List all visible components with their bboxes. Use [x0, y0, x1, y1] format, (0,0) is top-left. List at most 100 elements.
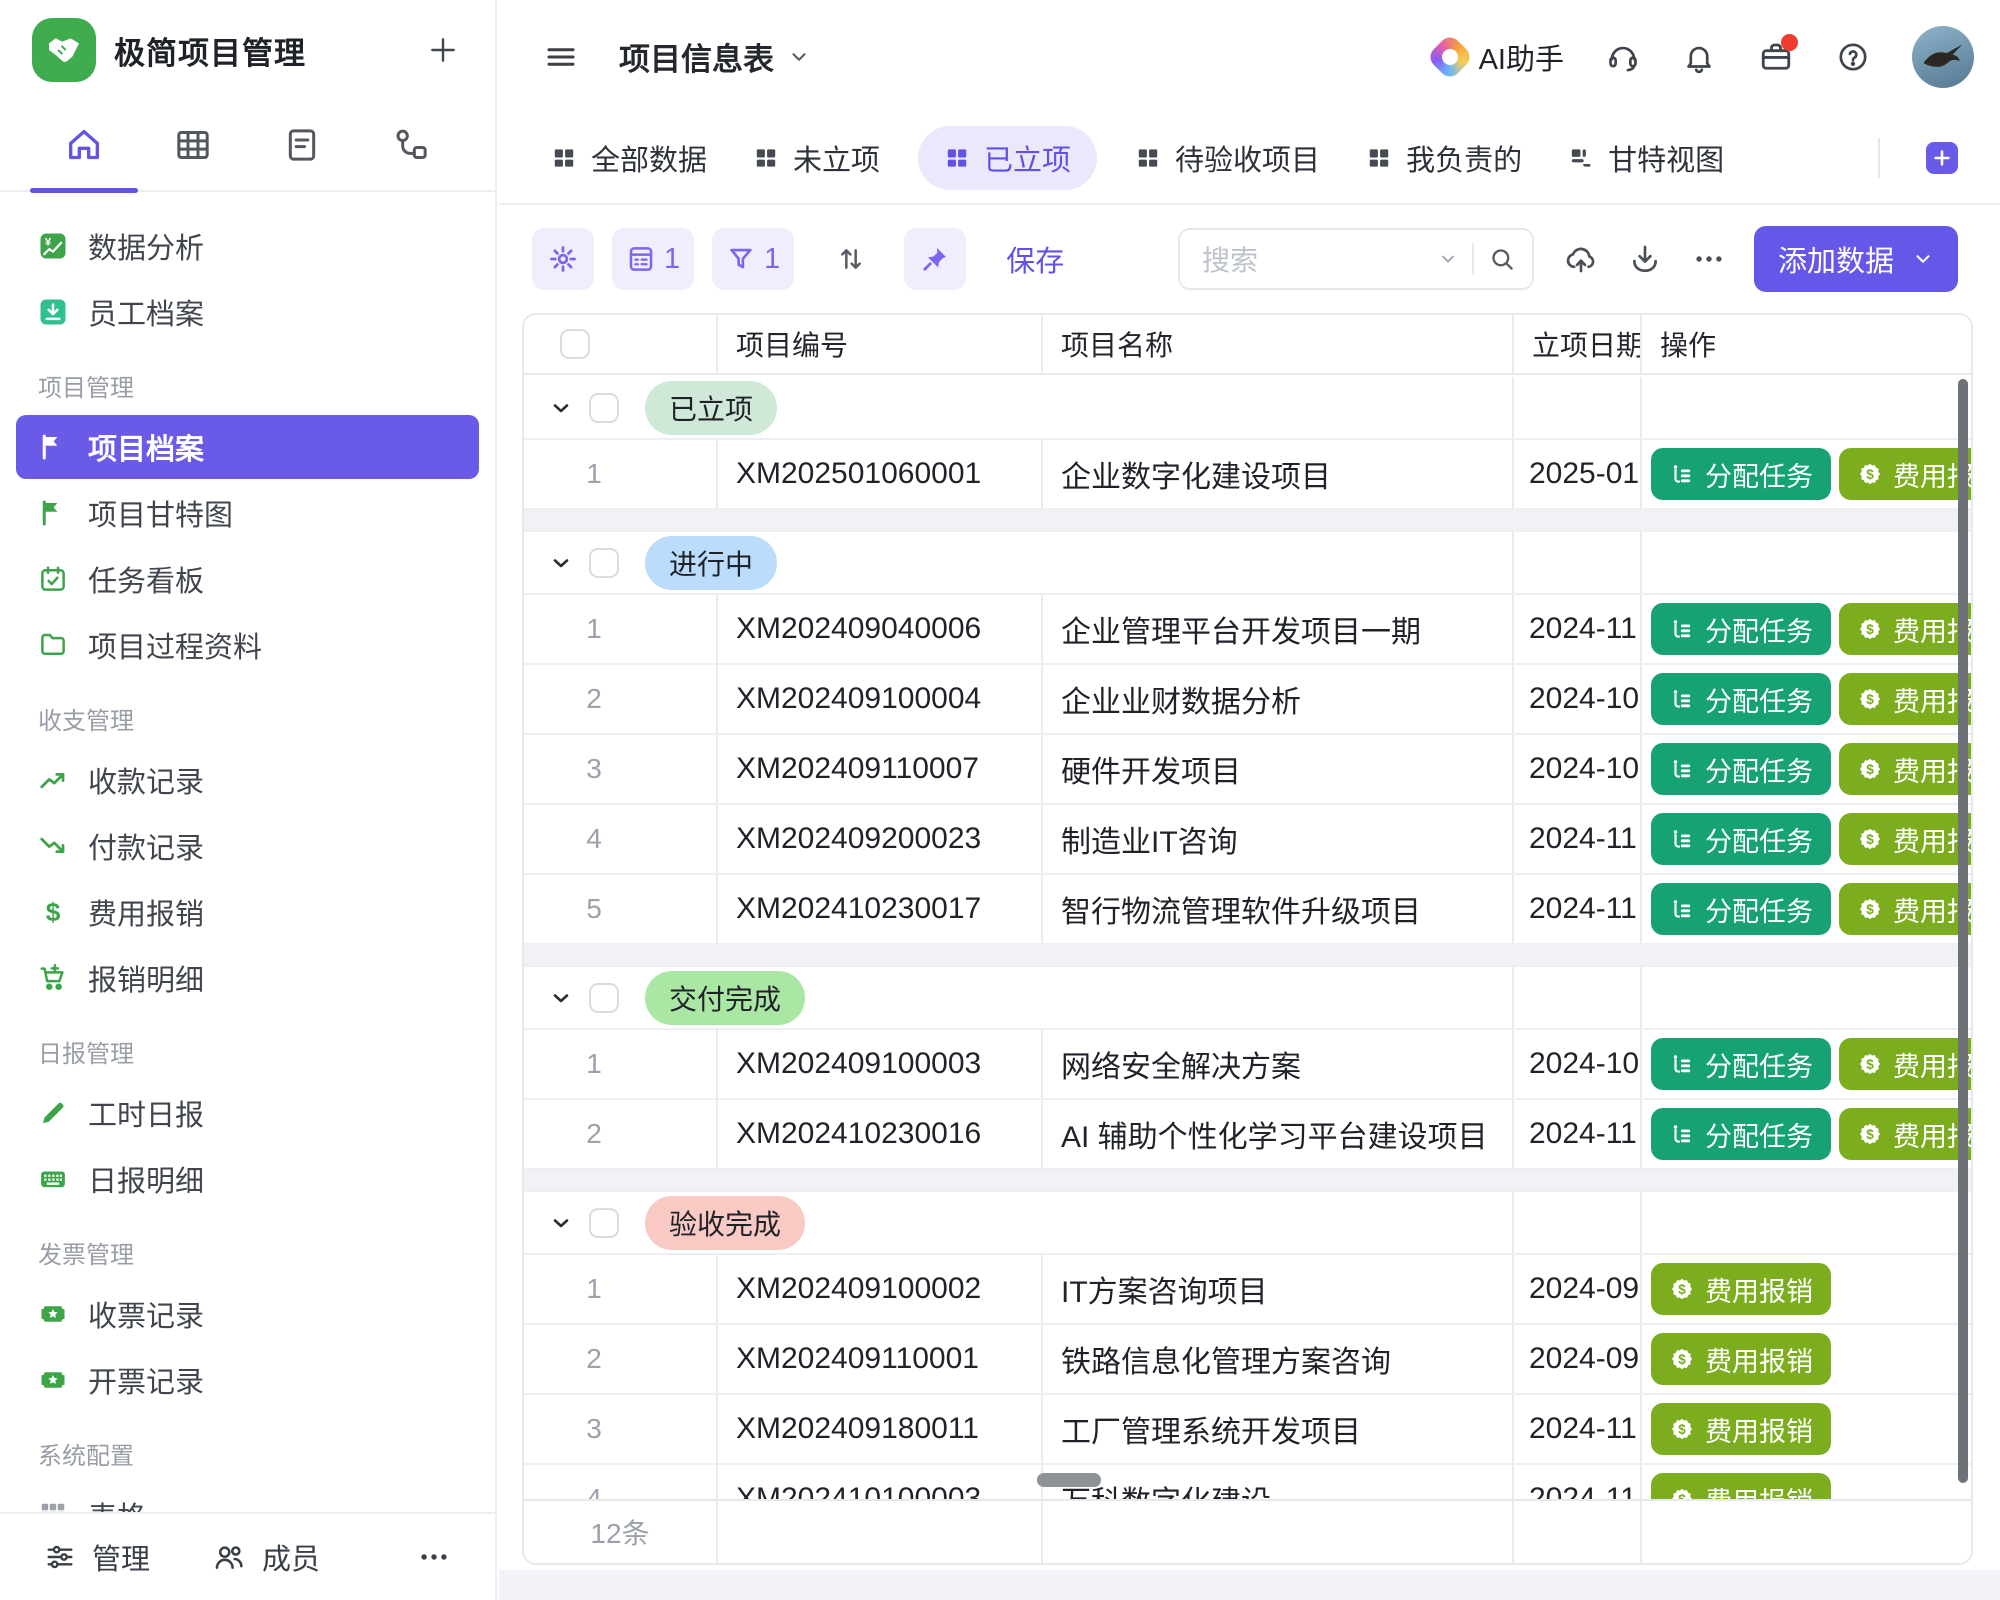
- menu-toggle-icon[interactable]: [543, 39, 579, 75]
- assign-action-button[interactable]: 分配任务: [1651, 813, 1831, 865]
- expense-action-button[interactable]: $费用报销: [1839, 883, 1971, 935]
- assign-action-button[interactable]: 分配任务: [1651, 1108, 1831, 1160]
- assign-action-button[interactable]: 分配任务: [1651, 603, 1831, 655]
- tab-未立项[interactable]: 未立项: [753, 137, 880, 179]
- tab-待验收项目[interactable]: 待验收项目: [1135, 137, 1320, 179]
- project-id-cell[interactable]: XM202409100004: [716, 665, 1041, 733]
- sidebar-item-费用报销[interactable]: $ 费用报销: [16, 880, 479, 944]
- project-name-cell[interactable]: 制造业IT咨询: [1041, 805, 1512, 873]
- table-row[interactable]: 1 XM202501060001 企业数字化建设项目 2025-01 分配任务 …: [524, 440, 1971, 510]
- project-name-cell[interactable]: AI 辅助个性化学习平台建设项目: [1041, 1100, 1512, 1168]
- expense-action-button[interactable]: $费用报销: [1651, 1333, 1831, 1385]
- table-row[interactable]: 3 XM202409180011 工厂管理系统开发项目 2024-11 $费用报…: [524, 1395, 1971, 1465]
- expense-action-button[interactable]: $费用报销: [1651, 1403, 1831, 1455]
- table-row[interactable]: 1 XM202409100002 IT方案咨询项目 2024-09 $费用报销: [524, 1255, 1971, 1325]
- project-id-cell[interactable]: XM202409110001: [716, 1325, 1041, 1393]
- sidebar-item-表格[interactable]: 表格: [16, 1483, 479, 1512]
- import-icon[interactable]: [1564, 242, 1598, 276]
- sidebar-item-工时日报[interactable]: 工时日报: [16, 1081, 479, 1145]
- project-name-cell[interactable]: 工厂管理系统开发项目: [1041, 1395, 1512, 1463]
- expense-action-button[interactable]: $费用报销: [1651, 1263, 1831, 1315]
- sidebar-item-日报明细[interactable]: 日报明细: [16, 1147, 479, 1211]
- sidebar-item-数据分析[interactable]: ¥ 数据分析: [16, 214, 479, 278]
- project-id-cell[interactable]: XM202409100002: [716, 1255, 1041, 1323]
- sidebar-item-项目甘特图[interactable]: 项目甘特图: [16, 481, 479, 545]
- table-row[interactable]: 1 XM202409100003 网络安全解决方案 2024-10 分配任务 $…: [524, 1030, 1971, 1100]
- assign-action-button[interactable]: 分配任务: [1651, 883, 1831, 935]
- project-id-cell[interactable]: XM202501060001: [716, 440, 1041, 508]
- project-id-cell[interactable]: XM202409200023: [716, 805, 1041, 873]
- search-scope-chevron-icon[interactable]: [1438, 249, 1458, 269]
- select-all-checkbox[interactable]: [560, 329, 590, 359]
- search-input[interactable]: 搜索: [1178, 228, 1534, 290]
- tab-已立项[interactable]: 已立项: [918, 126, 1097, 190]
- group-collapse-chevron-icon[interactable]: [549, 551, 573, 575]
- project-name-cell[interactable]: 智行物流管理软件升级项目: [1041, 875, 1512, 943]
- sidebar-tab-flow[interactable]: [356, 100, 465, 190]
- group-collapse-chevron-icon[interactable]: [549, 986, 573, 1010]
- group-checkbox[interactable]: [589, 983, 619, 1013]
- ai-assistant-button[interactable]: AI助手: [1433, 36, 1564, 78]
- create-view-button[interactable]: [1926, 142, 1972, 174]
- sidebar-item-项目档案[interactable]: 项目档案: [16, 415, 479, 479]
- notifications-bell-icon[interactable]: [1682, 40, 1716, 74]
- project-date-cell[interactable]: 2024-10: [1512, 665, 1640, 733]
- table-row[interactable]: 4 XM202409200023 制造业IT咨询 2024-11 分配任务 $费…: [524, 805, 1971, 875]
- group-collapse-chevron-icon[interactable]: [549, 1211, 573, 1235]
- project-date-cell[interactable]: 2024-10: [1512, 1030, 1640, 1098]
- sidebar-item-员工档案[interactable]: 员工档案: [16, 280, 479, 344]
- settings-button[interactable]: [532, 228, 594, 290]
- expense-action-button[interactable]: $费用报销: [1839, 1108, 1971, 1160]
- project-date-cell[interactable]: 2024-11: [1512, 595, 1640, 663]
- members-button[interactable]: 成员: [212, 1536, 320, 1578]
- project-date-cell[interactable]: 2025-01: [1512, 440, 1640, 508]
- fields-config-button[interactable]: 1: [612, 228, 694, 290]
- tab-甘特视图[interactable]: 甘特视图: [1568, 137, 1724, 179]
- table-row[interactable]: 2 XM202409110001 铁路信息化管理方案咨询 2024-09 $费用…: [524, 1325, 1971, 1395]
- assign-action-button[interactable]: 分配任务: [1651, 1038, 1831, 1090]
- sidebar-item-收票记录[interactable]: 收票记录: [16, 1282, 479, 1346]
- expense-action-button[interactable]: $费用报销: [1839, 1038, 1971, 1090]
- table-row[interactable]: 5 XM202410230017 智行物流管理软件升级项目 2024-11 分配…: [524, 875, 1971, 945]
- help-icon[interactable]: [1836, 40, 1870, 74]
- column-header-项目编号[interactable]: 项目编号: [716, 315, 1041, 373]
- project-date-cell[interactable]: 2024-09: [1512, 1325, 1640, 1393]
- support-headset-icon[interactable]: [1606, 40, 1640, 74]
- expense-action-button[interactable]: $费用报销: [1839, 673, 1971, 725]
- vertical-scrollbar[interactable]: [1958, 379, 1968, 1483]
- project-date-cell[interactable]: 2024-11: [1512, 1395, 1640, 1463]
- tab-全部数据[interactable]: 全部数据: [551, 137, 707, 179]
- sidebar-item-报销明细[interactable]: 报销明细: [16, 946, 479, 1010]
- project-date-cell[interactable]: 2024-10: [1512, 735, 1640, 803]
- table-row[interactable]: 3 XM202409110007 硬件开发项目 2024-10 分配任务 $费用…: [524, 735, 1971, 805]
- manage-button[interactable]: 管理: [44, 1536, 150, 1578]
- toolbar-more-icon[interactable]: [1692, 242, 1726, 276]
- expense-action-button[interactable]: $费用报销: [1839, 603, 1971, 655]
- add-data-button[interactable]: 添加数据: [1754, 226, 1958, 292]
- project-name-cell[interactable]: 铁路信息化管理方案咨询: [1041, 1325, 1512, 1393]
- assign-action-button[interactable]: 分配任务: [1651, 673, 1831, 725]
- table-row[interactable]: 2 XM202410230016 AI 辅助个性化学习平台建设项目 2024-1…: [524, 1100, 1971, 1170]
- project-name-cell[interactable]: 企业数字化建设项目: [1041, 440, 1512, 508]
- project-id-cell[interactable]: XM202410230017: [716, 875, 1041, 943]
- search-icon[interactable]: [1488, 245, 1516, 273]
- table-row[interactable]: 1 XM202409040006 企业管理平台开发项目一期 2024-11 分配…: [524, 595, 1971, 665]
- project-date-cell[interactable]: 2024-09: [1512, 1255, 1640, 1323]
- workspace-briefcase-icon[interactable]: [1758, 39, 1794, 75]
- sidebar-tab-doc[interactable]: [248, 100, 357, 190]
- tab-我负责的[interactable]: 我负责的: [1366, 137, 1522, 179]
- column-header-立项日期[interactable]: 立项日期: [1512, 315, 1640, 373]
- sidebar-item-收款记录[interactable]: 收款记录: [16, 748, 479, 812]
- column-header-操作[interactable]: 操作: [1640, 315, 1971, 373]
- sidebar-tab-home[interactable]: [30, 100, 139, 190]
- assign-action-button[interactable]: 分配任务: [1651, 743, 1831, 795]
- group-collapse-chevron-icon[interactable]: [549, 396, 573, 420]
- group-checkbox[interactable]: [589, 393, 619, 423]
- column-header-项目名称[interactable]: 项目名称: [1041, 315, 1512, 373]
- horizontal-scrollbar[interactable]: [1037, 1473, 1101, 1487]
- filter-button[interactable]: 1: [712, 228, 794, 290]
- project-name-cell[interactable]: 网络安全解决方案: [1041, 1030, 1512, 1098]
- group-checkbox[interactable]: [589, 548, 619, 578]
- sidebar-item-任务看板[interactable]: 任务看板: [16, 547, 479, 611]
- project-id-cell[interactable]: XM202409110007: [716, 735, 1041, 803]
